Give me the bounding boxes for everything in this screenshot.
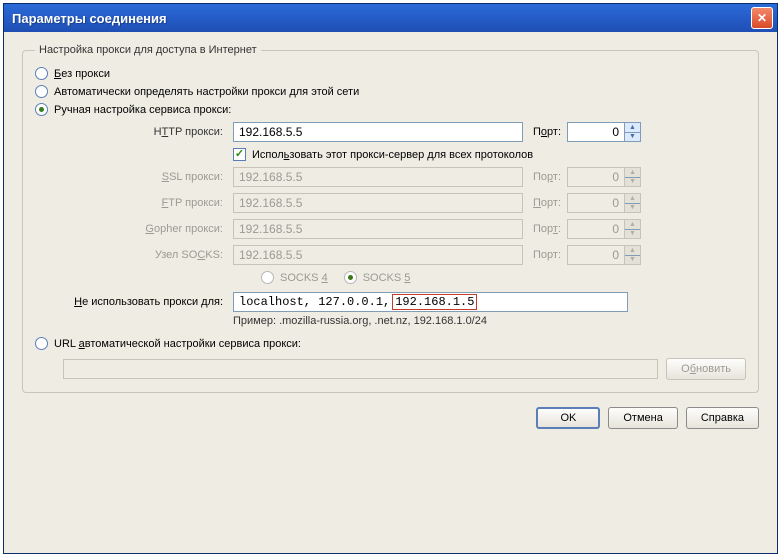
socks4-label: SOCKS 4	[280, 272, 328, 284]
no-proxy-highlight: 192.168.1.5	[392, 294, 477, 310]
http-label: HTTP прокси:	[63, 126, 233, 138]
auto-url-row: Обновить	[63, 358, 746, 380]
ssl-row: SSL прокси: Порт: ▲▼	[63, 167, 746, 187]
radio-icon	[344, 271, 357, 284]
ssl-port-spinner: ▲▼	[567, 167, 641, 187]
window: Параметры соединения ✕ Настройка прокси …	[0, 0, 781, 557]
checkbox-icon[interactable]	[233, 148, 246, 161]
close-button[interactable]: ✕	[751, 7, 773, 29]
reload-button: Обновить	[666, 358, 746, 380]
chevron-up-icon: ▲	[625, 194, 640, 203]
no-proxy-example: Пример: .mozilla-russia.org, .net.nz, 19…	[233, 315, 746, 327]
manual-form: HTTP прокси: Порт: ▲▼ Использовать этот …	[63, 122, 746, 284]
auto-url-label: URL автоматической настройки сервиса про…	[54, 338, 301, 350]
cancel-button[interactable]: Отмена	[608, 407, 677, 429]
spinner-buttons: ▲▼	[625, 167, 641, 187]
option-label: Ручная настройка сервиса прокси:	[54, 104, 231, 116]
close-icon: ✕	[757, 11, 767, 25]
option-manual[interactable]: Ручная настройка сервиса прокси:	[35, 103, 746, 116]
spinner-buttons[interactable]: ▲▼	[625, 122, 641, 142]
ftp-label: FTP прокси:	[63, 197, 233, 209]
ssl-proxy-input	[233, 167, 523, 187]
ssl-label: SSL прокси:	[63, 171, 233, 183]
dialog-body: Настройка прокси для доступа в Интернет …	[4, 32, 777, 553]
option-label: Без прокси	[54, 68, 110, 80]
socks5-label: SOCKS 5	[363, 272, 411, 284]
http-port-input[interactable]	[567, 122, 625, 142]
ftp-proxy-input	[233, 193, 523, 213]
help-button[interactable]: Справка	[686, 407, 759, 429]
radio-icon	[261, 271, 274, 284]
no-proxy-value-a: localhost, 127.0.0.1,	[239, 295, 390, 309]
port-label: Порт:	[533, 249, 561, 261]
ok-button[interactable]: OK	[536, 407, 600, 429]
spinner-buttons: ▲▼	[625, 219, 641, 239]
radio-icon	[35, 67, 48, 80]
ftp-row: FTP прокси: Порт: ▲▼	[63, 193, 746, 213]
option-no-proxy[interactable]: Без прокси	[35, 67, 746, 80]
port-label: Порт:	[533, 223, 561, 235]
chevron-down-icon: ▼	[625, 229, 640, 239]
option-label: Автоматически определять настройки прокс…	[54, 86, 359, 98]
chevron-down-icon: ▼	[625, 255, 640, 265]
ftp-port-spinner: ▲▼	[567, 193, 641, 213]
socks-proxy-input	[233, 245, 523, 265]
chevron-up-icon: ▲	[625, 168, 640, 177]
port-label: Порт:	[533, 126, 561, 138]
radio-icon	[35, 337, 48, 350]
title-bar: Параметры соединения ✕	[4, 4, 777, 32]
option-auto-detect[interactable]: Автоматически определять настройки прокс…	[35, 85, 746, 98]
use-for-all-row[interactable]: Использовать этот прокси-сервер для всех…	[233, 148, 746, 161]
chevron-up-icon: ▲	[625, 220, 640, 229]
no-proxy-input[interactable]: localhost, 127.0.0.1, 192.168.1.5	[233, 292, 628, 312]
gopher-port-input	[567, 219, 625, 239]
socks5-option: SOCKS 5	[344, 271, 411, 284]
socks-port-input	[567, 245, 625, 265]
chevron-down-icon: ▼	[625, 177, 640, 187]
socks-port-spinner: ▲▼	[567, 245, 641, 265]
no-proxy-label: Не использовать прокси для:	[35, 296, 233, 308]
chevron-down-icon: ▼	[625, 203, 640, 213]
http-row: HTTP прокси: Порт: ▲▼	[63, 122, 746, 142]
ssl-port-input	[567, 167, 625, 187]
chevron-up-icon[interactable]: ▲	[625, 123, 640, 132]
window-title: Параметры соединения	[12, 11, 751, 26]
socks4-option: SOCKS 4	[261, 271, 328, 284]
dialog-footer: OK Отмена Справка	[22, 407, 759, 429]
gopher-proxy-input	[233, 219, 523, 239]
chevron-up-icon: ▲	[625, 246, 640, 255]
http-port-spinner[interactable]: ▲▼	[567, 122, 641, 142]
ftp-port-input	[567, 193, 625, 213]
port-label: Порт:	[533, 197, 561, 209]
spinner-buttons: ▲▼	[625, 245, 641, 265]
gopher-label: Gopher прокси:	[63, 223, 233, 235]
use-for-all-label: Использовать этот прокси-сервер для всех…	[252, 149, 533, 161]
group-legend: Настройка прокси для доступа в Интернет	[35, 44, 261, 56]
chevron-down-icon[interactable]: ▼	[625, 132, 640, 142]
http-proxy-input[interactable]	[233, 122, 523, 142]
gopher-port-spinner: ▲▼	[567, 219, 641, 239]
gopher-row: Gopher прокси: Порт: ▲▼	[63, 219, 746, 239]
socks-label: Узел SOCKS:	[63, 249, 233, 261]
window-inner: Параметры соединения ✕ Настройка прокси …	[3, 3, 778, 554]
auto-url-input	[63, 359, 658, 379]
socks-row: Узел SOCKS: Порт: ▲▼	[63, 245, 746, 265]
option-auto-url[interactable]: URL автоматической настройки сервиса про…	[35, 337, 746, 350]
port-label: Порт:	[533, 171, 561, 183]
spinner-buttons: ▲▼	[625, 193, 641, 213]
no-proxy-row: Не использовать прокси для: localhost, 1…	[35, 292, 746, 312]
radio-icon	[35, 103, 48, 116]
radio-icon	[35, 85, 48, 98]
socks-version-row: SOCKS 4 SOCKS 5	[261, 271, 746, 284]
proxy-group: Настройка прокси для доступа в Интернет …	[22, 44, 759, 393]
